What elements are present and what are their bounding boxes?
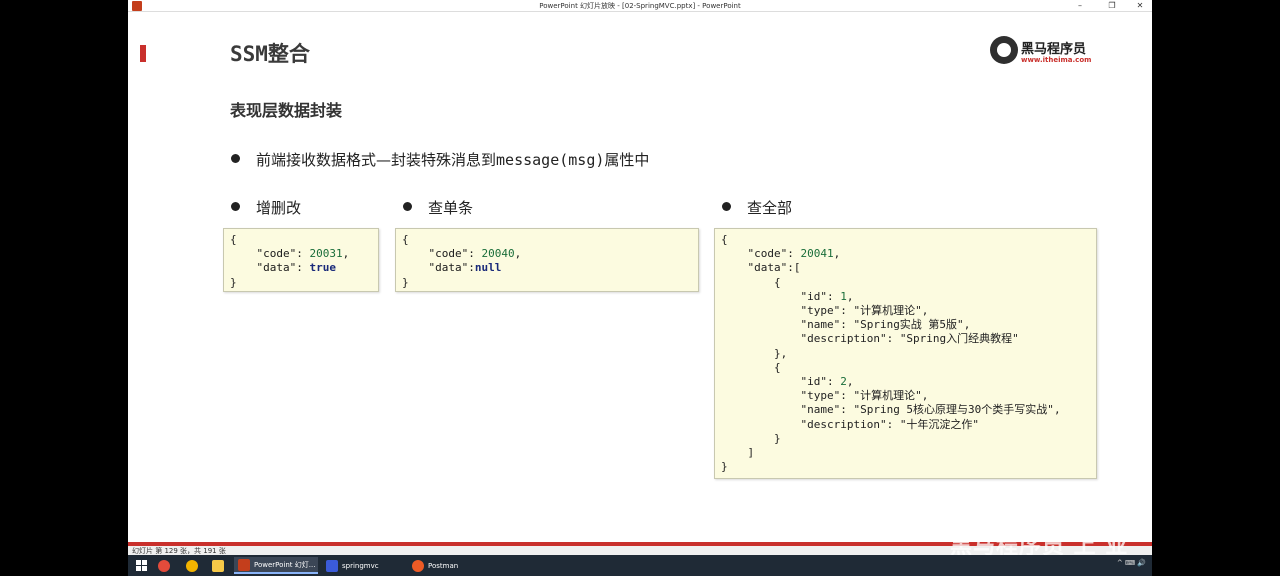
powerpoint-window: PowerPoint 幻灯片放映 - [02-SpringMVC.pptx] -… <box>128 0 1152 555</box>
taskbar: PowerPoint 幻灯... springmvc Postman ^ ⌨ 🔊 <box>128 555 1152 576</box>
section-all: 查全部 <box>722 197 792 218</box>
bullet-dot-icon <box>231 202 240 211</box>
taskbar-item-postman[interactable]: Postman <box>408 557 492 574</box>
code-brace: { <box>402 233 409 246</box>
bullet-dot-icon <box>722 202 731 211</box>
data-key: "data" <box>256 261 297 275</box>
intro-bullet-code: message(msg) <box>496 151 605 169</box>
taskbar-item-powerpoint[interactable]: PowerPoint 幻灯... <box>234 557 318 574</box>
item-description: "Spring入门经典教程" <box>899 332 1019 346</box>
code-brace: } <box>402 275 409 289</box>
code-value: 20031 <box>309 247 343 261</box>
bullet-dot-icon <box>231 154 240 163</box>
taskbar-item-springmvc[interactable]: springmvc <box>322 557 406 574</box>
search-icon[interactable] <box>158 557 174 574</box>
slide[interactable]: SSM整合 黑马程序员 www.itheima.com 表现层数据封装 前端接收… <box>168 12 1112 542</box>
item-name: "Spring实战 第5版" <box>853 318 964 332</box>
item-type: "计算机理论" <box>853 389 922 403</box>
data-value: true <box>309 261 337 275</box>
code-key: "code" <box>428 247 469 261</box>
title-accent-bar <box>140 45 146 62</box>
item-description: "十年沉淀之作" <box>899 417 980 431</box>
intellij-icon <box>326 559 338 572</box>
logo-url: www.itheima.com <box>1021 56 1092 64</box>
item-type: "计算机理论" <box>853 304 922 318</box>
powerpoint-icon <box>238 558 250 571</box>
screen: PowerPoint 幻灯片放映 - [02-SpringMVC.pptx] -… <box>0 0 1280 576</box>
data-value: null <box>474 261 502 275</box>
intro-bullet: 前端接收数据格式—封装特殊消息到message(msg)属性中 <box>231 149 649 170</box>
logo-name: 黑马程序员 <box>1021 42 1087 57</box>
code-value: 20040 <box>481 247 515 261</box>
intro-bullet-tail: 属性中 <box>604 151 650 169</box>
bullet-dot-icon <box>403 202 412 211</box>
windows-start-icon[interactable] <box>136 560 147 571</box>
minimize-button[interactable]: – <box>1068 0 1092 12</box>
slide-gutter-right <box>1112 12 1152 542</box>
taskbar-item-label: springmvc <box>342 561 379 570</box>
section-label: 增删改 <box>256 199 302 217</box>
section-crud: 增删改 <box>231 197 301 218</box>
data-key: "data" <box>428 261 469 275</box>
brand-logo: 黑马程序员 www.itheima.com <box>988 34 1092 70</box>
system-tray[interactable]: ^ ⌨ 🔊 <box>1117 559 1146 567</box>
code-brace: } <box>230 275 237 289</box>
chrome-icon[interactable] <box>186 557 202 574</box>
slide-title: SSM整合 <box>230 42 310 66</box>
item-id: 2 <box>840 375 847 389</box>
section-label: 查全部 <box>747 199 793 217</box>
file-explorer-icon[interactable] <box>212 557 228 574</box>
item-name: "Spring 5核心原理与30个类手写实战" <box>853 403 1054 417</box>
title-bar: PowerPoint 幻灯片放映 - [02-SpringMVC.pptx] -… <box>128 0 1152 12</box>
intro-bullet-text: 前端接收数据格式—封装特殊消息到 <box>256 151 497 169</box>
slide-subtitle: 表现层数据封装 <box>230 101 343 120</box>
postman-icon <box>412 559 424 572</box>
code-box-single: { "code": 20040, "data":null } <box>395 228 699 292</box>
taskbar-item-label: Postman <box>428 561 459 570</box>
item-id: 1 <box>840 289 847 303</box>
taskbar-item-label: PowerPoint 幻灯... <box>254 560 316 569</box>
close-button[interactable]: ✕ <box>1128 0 1152 12</box>
section-single: 查单条 <box>403 197 473 218</box>
code-box-crud: { "code": 20031, "data": true } <box>223 228 379 292</box>
window-title: PowerPoint 幻灯片放映 - [02-SpringMVC.pptx] -… <box>539 2 741 10</box>
horse-logo-icon <box>990 36 1018 64</box>
code-key: "code" <box>256 247 297 261</box>
restore-button[interactable]: ❐ <box>1100 0 1124 12</box>
slide-gutter-left <box>128 12 168 542</box>
code-value: 20041 <box>800 247 834 261</box>
code-brace: { <box>230 233 237 246</box>
section-label: 查单条 <box>428 199 474 217</box>
code-box-all: { "code": 20041, "data":[ { "id": 1, "ty… <box>714 228 1097 479</box>
